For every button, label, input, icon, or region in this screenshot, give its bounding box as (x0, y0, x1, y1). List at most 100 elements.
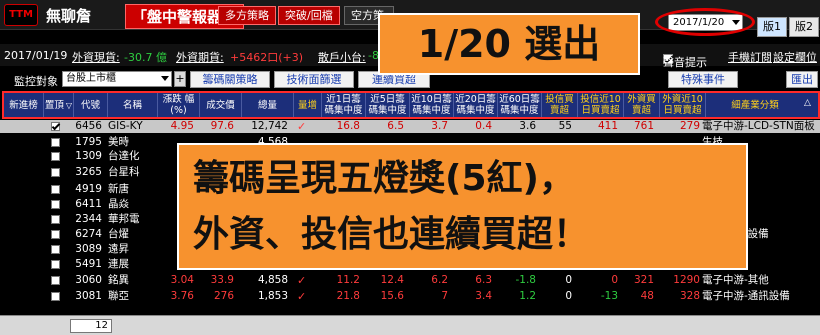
cell-code: 6411 (75, 198, 102, 210)
cell-c60: -1.8 (515, 274, 537, 286)
pin-checkbox[interactable] (51, 185, 60, 194)
cell-code: 6456 (75, 120, 102, 132)
volume-up-check-icon: ✓ (297, 120, 307, 133)
cell-fi: 48 (640, 290, 654, 302)
summary-line-1: 籌碼呈現五燈獎(5紅)， (193, 158, 575, 199)
cell-fi10: 328 (679, 290, 700, 302)
col-trust-net[interactable]: 投信買 賣超 (542, 93, 578, 117)
sort-up-icon[interactable]: △ (804, 98, 811, 108)
cell-vol: 12,742 (251, 120, 288, 132)
export-button[interactable]: 匯出 (786, 71, 818, 88)
add-button[interactable]: + (174, 71, 186, 87)
col-code[interactable]: 代號 (74, 93, 108, 117)
volume-up-check-icon: ✓ (297, 290, 307, 303)
cell-chg: 3.76 (170, 290, 194, 302)
cell-it: 0 (565, 274, 572, 286)
cell-c5: 6.5 (387, 120, 404, 132)
cell-it: 55 (558, 120, 572, 132)
pin-checkbox[interactable] (51, 215, 60, 224)
app-name: 無聊詹 (46, 7, 92, 25)
cell-price: 97.6 (210, 120, 234, 132)
col-volume[interactable]: 總量 (242, 93, 294, 117)
tab-layout-2[interactable]: 版2 (789, 17, 819, 37)
cell-name: 銘異 (108, 274, 129, 286)
pin-checkbox[interactable] (51, 122, 60, 131)
col-volume-up[interactable]: 量增 (294, 93, 322, 117)
cell-it10: 411 (597, 120, 618, 132)
col-chip-5d[interactable]: 近5日籌 碼集中度 (366, 93, 410, 117)
status-bar: 12 (0, 315, 820, 335)
cell-c5: 12.4 (380, 274, 404, 286)
tab-layout-1[interactable]: 版1 (757, 17, 787, 37)
market-select[interactable]: 台股上市櫃 (62, 71, 172, 87)
cell-name: 華邦電 (108, 213, 140, 225)
cell-c20: 6.3 (475, 274, 492, 286)
tech-filter-button[interactable]: 技術面篩選 (274, 71, 354, 88)
pin-checkbox[interactable] (51, 245, 60, 254)
col-chip-1d[interactable]: 近1日籌 碼集中度 (322, 93, 366, 117)
col-trust-10d[interactable]: 投信近10 日買賣超 (578, 93, 624, 117)
pin-checkbox[interactable] (51, 260, 60, 269)
cell-vol: 1,853 (257, 290, 288, 302)
cell-name: 台達化 (108, 150, 140, 162)
cell-price: 276 (213, 290, 234, 302)
col-foreign-net[interactable]: 外資買 賣超 (624, 93, 660, 117)
cell-c10: 3.7 (431, 120, 448, 132)
cell-c1: 16.8 (336, 120, 360, 132)
mobile-subscribe-link[interactable]: 手機訂閱 (728, 49, 772, 65)
cell-fi10: 1290 (673, 274, 700, 286)
col-name[interactable]: 名稱 (108, 93, 158, 117)
cell-c20: 3.4 (475, 290, 492, 302)
col-change[interactable]: 漲跌 幅 (%) (158, 93, 200, 117)
bull-strategy-button[interactable]: 多方策略 (218, 6, 276, 25)
cell-price: 33.9 (210, 274, 234, 286)
col-foreign-10d[interactable]: 外資近10 日買賣超 (660, 93, 706, 117)
table-row[interactable]: 6456 GIS-KY 4.95 97.6 12,742 16.8 6.5 3.7 0.4 3.6… (0, 120, 820, 133)
column-settings-link[interactable]: 設定欄位 (773, 49, 817, 65)
cell-code: 1795 (75, 136, 102, 148)
pin-checkbox[interactable] (51, 168, 60, 177)
pin-checkbox[interactable] (51, 230, 60, 239)
app-window: TTM 無聊詹 「盤中警報器」 多方策略 突破/回檔 空方策略 2017/1/2… (0, 0, 820, 335)
app-logo: TTM (4, 4, 38, 26)
pin-checkbox[interactable] (51, 138, 60, 147)
retail-mini-label[interactable]: 散戶小台: (318, 49, 366, 65)
col-pin[interactable]: 置頂 ▽ (44, 93, 74, 117)
col-price[interactable]: 成交價 (200, 93, 242, 117)
summary-annotation: 籌碼呈現五燈獎(5紅)， 外資、投信也連續買超！ (177, 143, 748, 270)
pin-checkbox[interactable] (51, 200, 60, 209)
pin-checkbox[interactable] (51, 152, 60, 161)
foreign-spot-label[interactable]: 外資現貨: (72, 49, 120, 65)
cell-name: 美時 (108, 136, 129, 148)
table-row[interactable]: 3060 銘異 3.04 33.9 4,858 11.2 12.4 6.2 6.3 -1.8 0 0 3… (0, 274, 820, 287)
cell-code: 4919 (75, 183, 102, 195)
col-chip-20d[interactable]: 近20日籌 碼集中度 (454, 93, 498, 117)
table-row[interactable]: 3081 聯亞 3.76 276 1,853 21.8 15.6 7 3.4 1.2 0 -13 48 3… (0, 290, 820, 303)
cell-chg: 3.04 (170, 274, 194, 286)
cell-name: 台星科 (108, 166, 140, 178)
cell-code: 3081 (75, 290, 102, 302)
col-chip-10d[interactable]: 近10日籌 碼集中度 (410, 93, 454, 117)
cell-c60: 1.2 (519, 290, 536, 302)
summary-line-2: 外資、投信也連續買超！ (193, 214, 590, 255)
foreign-futures-label[interactable]: 外資期貨: (176, 49, 224, 65)
chip-strategy-button[interactable]: 籌碼關策略 (190, 71, 270, 88)
pin-checkbox[interactable] (51, 292, 60, 301)
col-new[interactable]: 新進榜 (4, 93, 44, 117)
cell-code: 1309 (75, 150, 102, 162)
cell-code: 3060 (75, 274, 102, 286)
special-event-button[interactable]: 特殊事件 (668, 71, 738, 88)
cell-c10: 7 (441, 290, 448, 302)
cell-c1: 11.2 (336, 274, 360, 286)
row-count: 12 (70, 319, 112, 333)
col-industry[interactable]: 細產業分類 (706, 93, 804, 117)
cell-ind: 電子中游-LCD-STN面板 (702, 120, 815, 132)
pin-checkbox[interactable] (51, 276, 60, 285)
cell-it: 0 (565, 290, 572, 302)
cell-c1: 21.8 (336, 290, 360, 302)
cell-code: 3265 (75, 166, 102, 178)
col-chip-60d[interactable]: 近60日籌 碼集中度 (498, 93, 542, 117)
breakout-button[interactable]: 突破/回檔 (278, 6, 340, 25)
cell-code: 3089 (75, 243, 102, 255)
cell-it10: -13 (600, 290, 618, 302)
